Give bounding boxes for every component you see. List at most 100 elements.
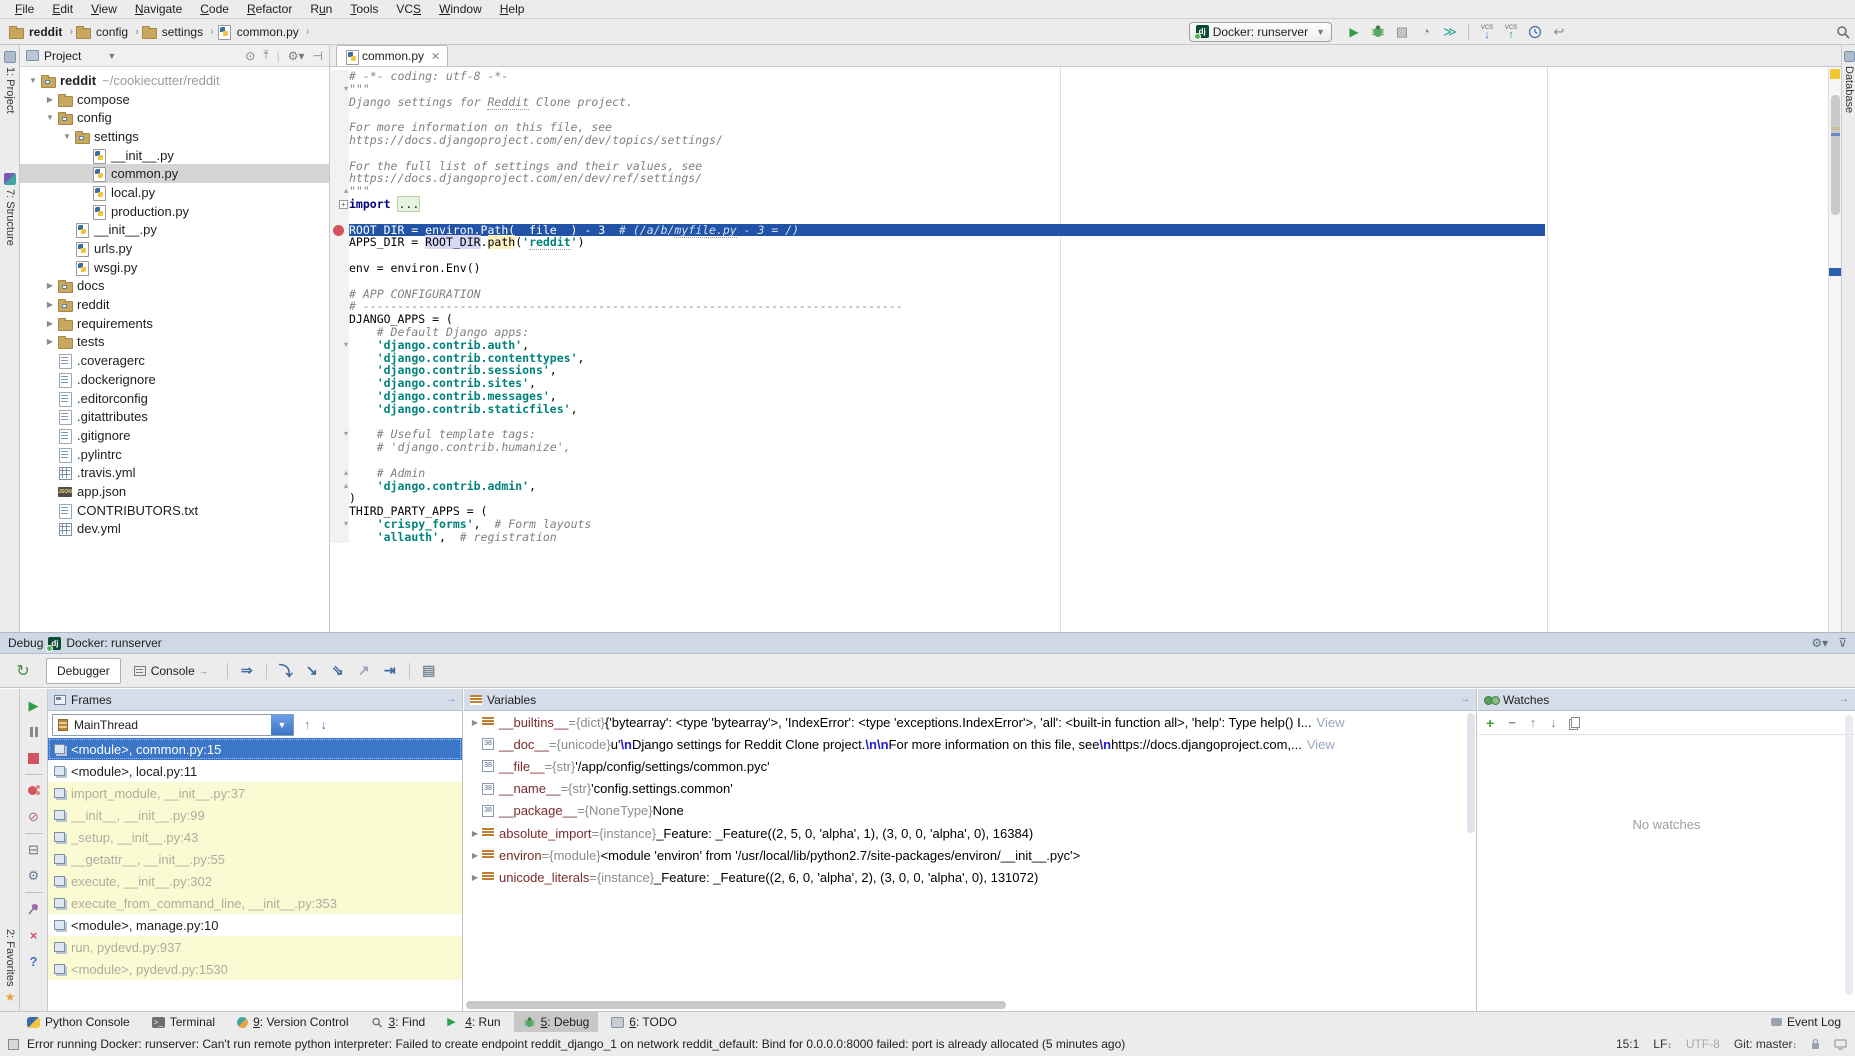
tree-item-__init__.py[interactable]: __init__.py: [20, 146, 329, 165]
code-line[interactable]: [330, 416, 1826, 429]
tab-console[interactable]: Console →: [123, 658, 219, 684]
tree-item-urls.py[interactable]: urls.py: [20, 239, 329, 258]
editor-gutter[interactable]: [330, 224, 349, 237]
frame-row[interactable]: <module>, manage.py:10: [48, 914, 462, 936]
editor-gutter[interactable]: [330, 492, 349, 505]
editor-gutter[interactable]: ▴: [330, 480, 349, 493]
stop-button[interactable]: [20, 745, 47, 771]
editor-gutter[interactable]: [330, 390, 349, 403]
menu-navigate[interactable]: Navigate: [126, 0, 191, 19]
editor-body[interactable]: # -*- coding: utf-8 -*-▾"""Django settin…: [330, 67, 1841, 632]
help-button[interactable]: ?: [20, 948, 47, 974]
step-into-button[interactable]: ↘: [299, 662, 325, 679]
editor-gutter[interactable]: [330, 96, 349, 109]
hide-panel-icon[interactable]: ⊣: [313, 49, 323, 63]
tree-item-.editorconfig[interactable]: .editorconfig: [20, 389, 329, 408]
view-link[interactable]: View: [1307, 737, 1335, 752]
frame-row[interactable]: execute_from_command_line, __init__.py:3…: [48, 892, 462, 914]
gear-icon[interactable]: ⚙▾: [1811, 636, 1828, 650]
variable-row[interactable]: ▶unicode_literals = {instance} _Feature:…: [464, 866, 1476, 888]
tree-closed-arrow-icon[interactable]: ▶: [43, 281, 57, 290]
fold-marker-icon[interactable]: ▾: [344, 340, 348, 349]
show-execution-point-button[interactable]: ⇒: [234, 662, 260, 679]
breadcrumb-config[interactable]: config: [75, 25, 131, 39]
variable-row[interactable]: ▶__builtins__ = {dict} {'bytearray': <ty…: [464, 711, 1476, 733]
editor-gutter[interactable]: [330, 300, 349, 313]
view-breakpoints-button[interactable]: [20, 778, 47, 804]
frame-row[interactable]: <module>, local.py:11: [48, 760, 462, 782]
step-out-button[interactable]: ↗: [351, 662, 377, 679]
expand-arrow-icon[interactable]: ▶: [468, 718, 482, 727]
detach-icon[interactable]: →: [446, 694, 456, 705]
toolwindow-button-terminal[interactable]: >_Terminal: [143, 1012, 224, 1033]
toolwindow-toggle-icon[interactable]: [8, 1039, 19, 1050]
fold-marker-icon[interactable]: ▾: [344, 519, 348, 528]
run-config-select[interactable]: dj Docker: runserver ▼: [1189, 22, 1332, 42]
code-line[interactable]: [330, 454, 1826, 467]
tree-item-docs[interactable]: ▶docs: [20, 277, 329, 296]
tree-closed-arrow-icon[interactable]: ▶: [43, 95, 57, 104]
editor-gutter[interactable]: [330, 70, 349, 83]
tree-item-tests[interactable]: ▶tests: [20, 333, 329, 352]
code-line[interactable]: # --------------------------------------…: [330, 300, 1826, 313]
view-link[interactable]: View: [1317, 715, 1345, 730]
fold-marker-icon[interactable]: +: [339, 200, 348, 209]
editor-gutter[interactable]: [330, 236, 349, 249]
tree-item-dev.yml[interactable]: dev.yml: [20, 520, 329, 539]
code-line[interactable]: # -*- coding: utf-8 -*-: [330, 70, 1826, 83]
editor-gutter[interactable]: [330, 160, 349, 173]
toolwindow-button-python-console[interactable]: Python Console: [18, 1012, 139, 1033]
mute-breakpoints-button[interactable]: ⊘: [20, 804, 47, 830]
tree-item-production.py[interactable]: production.py: [20, 202, 329, 221]
menu-edit[interactable]: Edit: [43, 0, 82, 19]
editor-gutter[interactable]: [330, 147, 349, 160]
toolwindow-button-structure[interactable]: 7: Structure: [0, 173, 20, 246]
tree-item-__init__.py[interactable]: __init__.py: [20, 221, 329, 240]
editor-gutter[interactable]: ▴: [330, 467, 349, 480]
tree-closed-arrow-icon[interactable]: ▶: [43, 300, 57, 309]
locate-file-icon[interactable]: ⊙: [245, 49, 255, 63]
reading-mode-icon[interactable]: [1834, 1039, 1847, 1050]
variable-row[interactable]: 38__package__ = {NoneType} None: [464, 800, 1476, 822]
toolwindow-button-favorites[interactable]: 2: Favorites ★: [0, 929, 20, 1004]
code-line[interactable]: ▴ # Admin: [330, 467, 1826, 480]
caret-position[interactable]: 15:1: [1616, 1037, 1639, 1051]
editor-gutter[interactable]: [330, 262, 349, 275]
coverage-button[interactable]: ▨: [1391, 22, 1413, 42]
code-line[interactable]: [330, 249, 1826, 262]
tree-item-local.py[interactable]: local.py: [20, 183, 329, 202]
variable-row[interactable]: ▶absolute_import = {instance} _Feature: …: [464, 822, 1476, 844]
editor-gutter[interactable]: ▾: [330, 83, 349, 96]
editor-gutter[interactable]: +: [330, 198, 349, 211]
editor-gutter[interactable]: [330, 134, 349, 147]
project-view-chevron-icon[interactable]: ▼: [107, 51, 116, 61]
pin-button[interactable]: [20, 896, 47, 922]
code-line[interactable]: ▴""": [330, 185, 1826, 198]
editor-gutter[interactable]: [330, 454, 349, 467]
frame-row[interactable]: __getattr__, __init__.py:55: [48, 848, 462, 870]
close-icon[interactable]: ✕: [431, 50, 440, 63]
editor-gutter[interactable]: [330, 352, 349, 365]
frame-row[interactable]: execute, __init__.py:302: [48, 870, 462, 892]
menu-code[interactable]: Code: [191, 0, 238, 19]
editor-gutter[interactable]: [330, 326, 349, 339]
variable-row[interactable]: 38__doc__ = {unicode} u'\nDjango setting…: [464, 733, 1476, 755]
line-separator-indicator[interactable]: LF↕: [1653, 1037, 1672, 1051]
code-line[interactable]: 'django.contrib.sessions',: [330, 364, 1826, 377]
editor-gutter[interactable]: [330, 172, 349, 185]
search-everywhere-button[interactable]: [1832, 22, 1854, 42]
close-button[interactable]: ×: [20, 922, 47, 948]
tree-closed-arrow-icon[interactable]: ▶: [43, 337, 57, 346]
code-line[interactable]: DJANGO_APPS = (: [330, 313, 1826, 326]
editor-gutter[interactable]: [330, 275, 349, 288]
code-line[interactable]: APPS_DIR = ROOT_DIR.path('reddit'): [330, 236, 1826, 249]
run-to-cursor-button[interactable]: ⇥: [377, 662, 403, 679]
tree-item-.travis.yml[interactable]: .travis.yml: [20, 463, 329, 482]
tree-item-settings[interactable]: ▼settings: [20, 127, 329, 146]
code-line[interactable]: https://docs.djangoproject.com/en/dev/re…: [330, 172, 1826, 185]
code-line[interactable]: ▴ 'django.contrib.admin',: [330, 480, 1826, 493]
tree-item-.coveragerc[interactable]: .coveragerc: [20, 351, 329, 370]
git-branch-indicator[interactable]: Git: master↕: [1734, 1037, 1797, 1051]
step-over-button[interactable]: ⤵: [273, 661, 299, 681]
scrollbar-thumb[interactable]: [1831, 95, 1840, 215]
